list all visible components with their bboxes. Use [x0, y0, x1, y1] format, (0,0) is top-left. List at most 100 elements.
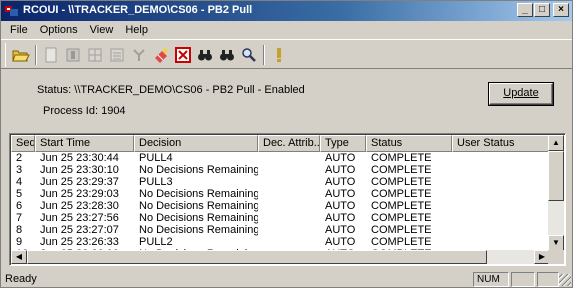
status-text: Status: \\TRACKER_DEMO\CS06 - PB2 Pull -… [37, 84, 305, 96]
cell-status: COMPLETE [371, 224, 432, 236]
column-header-type[interactable]: Type [320, 135, 366, 152]
vertical-scrollbar[interactable]: ▲ ▼ [548, 135, 564, 251]
list-icon [110, 48, 124, 62]
status-pane [537, 272, 559, 287]
cell-dec-attrib [258, 152, 320, 164]
fork-button[interactable] [128, 44, 150, 66]
cell-user-status [452, 164, 551, 176]
horizontal-scrollbar[interactable]: ◀ ▶ [11, 250, 550, 264]
table-row[interactable]: 5 Jun 25 23:29:03 No Decisions Remaining AU… [11, 188, 551, 200]
magnifier-button[interactable] [238, 44, 260, 66]
cell-start-time: Jun 25 23:29:37 [40, 176, 119, 188]
toolbar-separator [35, 45, 37, 65]
menu-help[interactable]: Help [119, 24, 154, 36]
close-button[interactable]: × [553, 3, 569, 17]
cell-seq: 2 [16, 152, 23, 164]
cell-status: COMPLETE [371, 188, 432, 200]
cell-type: AUTO [325, 164, 356, 176]
cell-dec-attrib [258, 224, 320, 236]
resize-grip[interactable] [559, 274, 571, 286]
cell-seq: 8 [16, 224, 23, 236]
vertical-scroll-thumb[interactable] [548, 151, 564, 201]
num-lock-indicator: NUM [473, 272, 509, 287]
grid-button[interactable] [84, 44, 106, 66]
cell-start-time: Jun 25 23:29:03 [40, 188, 119, 200]
column-header-user-status[interactable]: User Status [452, 135, 551, 152]
delete-button[interactable] [172, 44, 194, 66]
stop-sign-icon [66, 48, 80, 62]
grid-icon [88, 48, 102, 62]
cell-seq: 5 [16, 188, 23, 200]
cell-seq: 3 [16, 164, 23, 176]
scroll-up-button[interactable]: ▲ [548, 135, 564, 151]
cell-seq: 9 [16, 236, 23, 248]
cell-user-status [452, 236, 551, 248]
status-panel: Status: \\TRACKER_DEMO\CS06 - PB2 Pull -… [11, 75, 564, 125]
cell-user-status [452, 188, 551, 200]
column-header-start-time[interactable]: Start Time [35, 135, 134, 152]
scroll-corner [548, 250, 564, 264]
decision-list[interactable]: Seq Start Time Decision Dec. Attrib... Type S… [9, 133, 566, 266]
cell-user-status [452, 224, 551, 236]
cell-status: COMPLETE [371, 200, 432, 212]
table-row[interactable]: 8 Jun 25 23:27:07 No Decisions Remaining AU… [11, 224, 551, 236]
column-header-dec-attrib[interactable]: Dec. Attrib... [258, 135, 320, 152]
document-button[interactable] [40, 44, 62, 66]
horizontal-scroll-thumb[interactable] [27, 250, 487, 264]
menu-bar: File Options View Help [1, 21, 572, 39]
cell-decision: No Decisions Remaining [139, 224, 258, 236]
update-button-label: Update [503, 87, 539, 99]
table-row[interactable]: 6 Jun 25 23:28:30 No Decisions Remaining AU… [11, 200, 551, 212]
cell-start-time: Jun 25 23:27:07 [40, 224, 119, 236]
table-row[interactable]: 9 Jun 25 23:26:33 PULL2 AUTO COMPLETE [11, 236, 551, 248]
cell-decision: No Decisions Remaining [139, 200, 258, 212]
menu-view[interactable]: View [84, 24, 120, 36]
cell-seq: 7 [16, 212, 23, 224]
eraser-button[interactable] [150, 44, 172, 66]
cell-start-time: Jun 25 23:28:30 [40, 200, 119, 212]
scroll-left-button[interactable]: ◀ [11, 250, 27, 264]
status-ready: Ready [5, 273, 37, 285]
list-button[interactable] [106, 44, 128, 66]
cell-status: COMPLETE [371, 236, 432, 248]
cell-type: AUTO [325, 212, 356, 224]
binoculars-next-icon [220, 50, 234, 61]
open-folder-icon [12, 50, 30, 62]
stop-button[interactable] [62, 44, 84, 66]
update-button[interactable]: Update [489, 83, 553, 105]
cell-decision: No Decisions Remaining [139, 164, 258, 176]
app-icon [5, 6, 18, 16]
cell-seq: 6 [16, 200, 23, 212]
table-row[interactable]: 4 Jun 25 23:29:37 PULL3 AUTO COMPLETE [11, 176, 551, 188]
find-next-button[interactable] [216, 44, 238, 66]
minimize-button[interactable]: _ [517, 3, 533, 17]
cell-type: AUTO [325, 188, 356, 200]
cell-dec-attrib [258, 236, 320, 248]
menu-file[interactable]: File [4, 24, 34, 36]
cell-dec-attrib [258, 176, 320, 188]
cell-status: COMPLETE [371, 152, 432, 164]
cell-type: AUTO [325, 236, 356, 248]
cell-decision: PULL3 [139, 176, 173, 188]
column-header-decision[interactable]: Decision [134, 135, 258, 152]
scroll-down-button[interactable]: ▼ [548, 235, 564, 251]
status-bar: Ready NUM [1, 271, 572, 287]
cell-user-status [452, 200, 551, 212]
process-id: Process Id: 1904 [43, 105, 126, 117]
table-row[interactable]: 2 Jun 25 23:30:44 PULL4 AUTO COMPLETE [11, 152, 551, 164]
app-window: RCOUI - \\TRACKER_DEMO\CS06 - PB2 Pull _… [0, 0, 573, 288]
maximize-button[interactable]: □ [534, 3, 550, 17]
column-header-status[interactable]: Status [366, 135, 452, 152]
open-folder-button[interactable] [10, 44, 32, 66]
alert-button[interactable] [268, 44, 290, 66]
table-row[interactable]: 7 Jun 25 23:27:56 No Decisions Remaining AU… [11, 212, 551, 224]
table-row[interactable]: 3 Jun 25 23:30:10 No Decisions Remaining AU… [11, 164, 551, 176]
cell-decision: PULL4 [139, 152, 173, 164]
title-bar[interactable]: RCOUI - \\TRACKER_DEMO\CS06 - PB2 Pull _… [1, 1, 572, 21]
column-header-seq[interactable]: Seq [11, 135, 35, 152]
find-button[interactable] [194, 44, 216, 66]
exclamation-icon [277, 48, 281, 62]
menu-options[interactable]: Options [34, 24, 84, 36]
document-icon [45, 47, 57, 63]
cell-type: AUTO [325, 224, 356, 236]
